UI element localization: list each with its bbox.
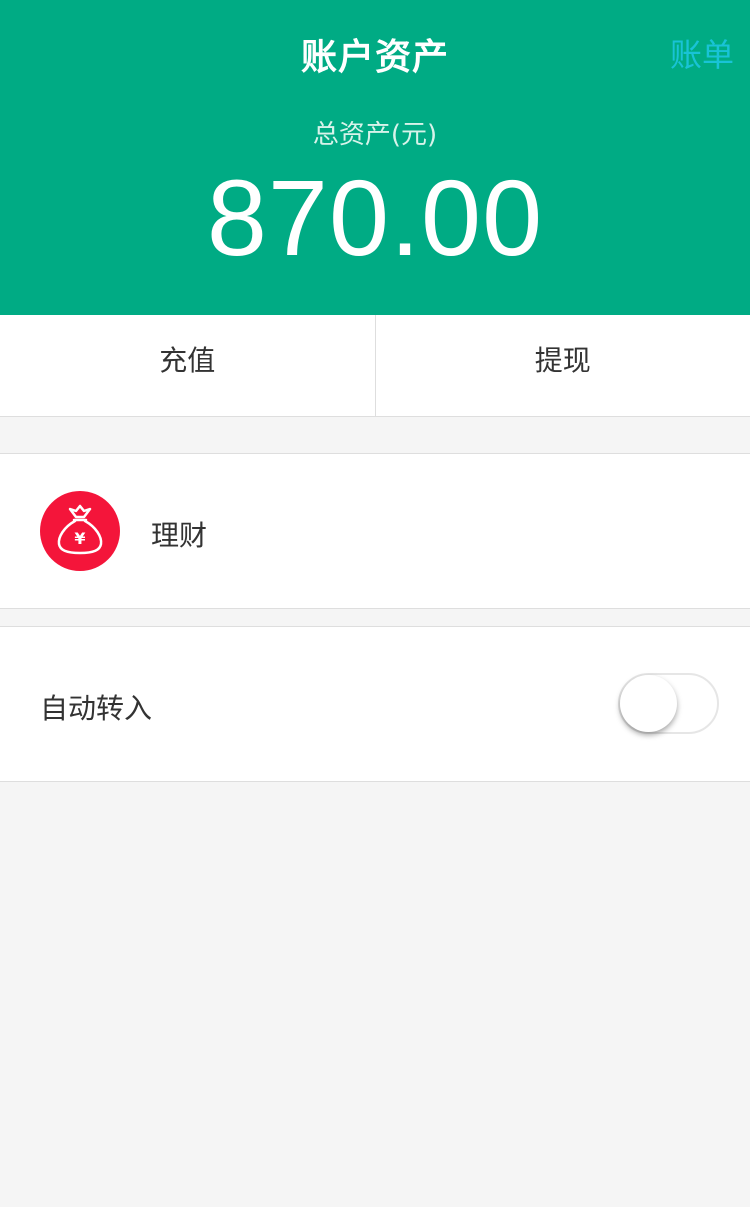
recharge-button[interactable]: 充值 [0,315,375,416]
total-assets-amount: 870.00 [206,157,544,278]
money-bag-icon: ¥ [40,491,120,571]
auto-transfer-label: 自动转入 [40,692,153,725]
svg-text:¥: ¥ [74,529,85,548]
auto-transfer-toggle[interactable] [618,673,719,734]
auto-transfer-row: 自动转入 [0,626,750,782]
bill-link[interactable]: 账单 [670,30,734,76]
licai-label: 理财 [151,519,208,552]
page-title: 账户资产 [300,37,449,78]
withdraw-label: 提现 [534,344,591,377]
toggle-knob [620,675,677,732]
total-assets-label: 总资产(元) [312,120,438,150]
account-header: 账户资产 账单 总资产(元) 870.00 [0,0,750,315]
licai-row[interactable]: ¥ 理财 [0,453,750,609]
recharge-label: 充值 [159,344,216,377]
withdraw-button[interactable]: 提现 [376,315,750,416]
action-bar: 充值 提现 [0,315,750,417]
